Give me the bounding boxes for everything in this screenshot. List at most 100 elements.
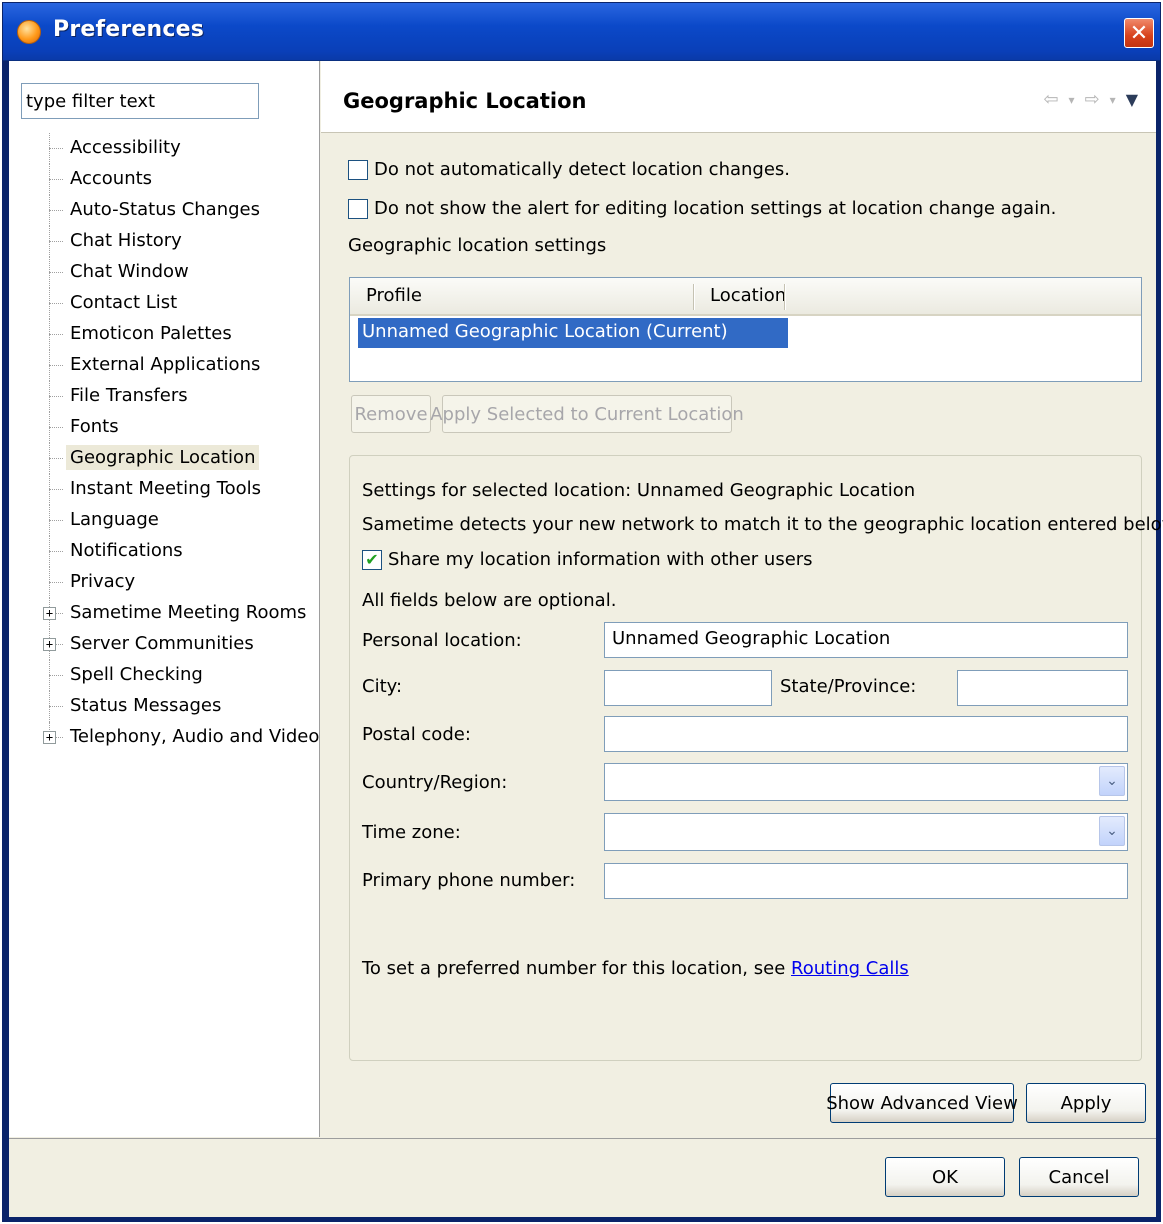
tree-item[interactable]: + Sametime Meeting Rooms — [9, 598, 320, 629]
table-row[interactable]: Unnamed Geographic Location (Current) — [358, 318, 788, 348]
sametime-app-icon — [17, 20, 41, 44]
tree-item-label: Fonts — [70, 416, 119, 437]
detect-location-option[interactable]: Do not automatically detect location cha… — [348, 159, 790, 180]
timezone-select[interactable]: ⌄ — [604, 813, 1128, 851]
tree-item-label: File Transfers — [70, 385, 188, 406]
tree-item-label: Accounts — [70, 168, 153, 189]
column-separator[interactable] — [693, 284, 695, 310]
tree-item[interactable]: Chat Window — [9, 257, 320, 288]
page-navigation: ⇦ ▾ ⇨ ▾ ▼ — [1043, 89, 1138, 110]
tree-connector — [49, 334, 63, 335]
tree-item-label: Status Messages — [70, 695, 222, 716]
show-alert-label: Do not show the alert for editing locati… — [374, 198, 1057, 219]
tree-item-label: Accessibility — [70, 137, 181, 158]
tree-item-label: Telephony, Audio and Video — [70, 726, 320, 747]
view-menu-icon[interactable]: ▼ — [1126, 90, 1138, 109]
chevron-down-icon[interactable]: ⌄ — [1099, 816, 1125, 846]
postal-code-input[interactable] — [604, 716, 1128, 752]
tree-item[interactable]: Accounts — [9, 164, 320, 195]
tree-connector — [49, 272, 63, 273]
tree-item[interactable]: + Server Communities — [9, 629, 320, 660]
show-alert-checkbox[interactable] — [348, 198, 368, 219]
tree-item[interactable]: Privacy — [9, 567, 320, 598]
back-arrow-icon[interactable]: ⇦ — [1043, 89, 1058, 110]
cancel-button[interactable]: Cancel — [1019, 1157, 1139, 1197]
expand-plus-icon[interactable]: + — [43, 638, 56, 651]
tree-item[interactable]: Auto-Status Changes — [9, 195, 320, 226]
detect-location-checkbox[interactable] — [348, 159, 368, 180]
tree-item[interactable]: File Transfers — [9, 381, 320, 412]
tree-connector — [49, 675, 63, 676]
expand-plus-icon[interactable]: + — [43, 607, 56, 620]
city-input[interactable] — [604, 670, 772, 706]
apply-button[interactable]: Apply — [1026, 1083, 1146, 1123]
tree-item-label: Geographic Location — [66, 445, 260, 470]
tree-item-label: Chat Window — [70, 261, 189, 282]
forward-dropdown-icon[interactable]: ▾ — [1110, 93, 1116, 107]
routing-prefix: To set a preferred number for this locat… — [362, 958, 792, 979]
column-profile[interactable]: Profile — [366, 285, 422, 306]
personal-location-label: Personal location: — [362, 630, 522, 651]
tree-item[interactable]: Spell Checking — [9, 660, 320, 691]
tree-item[interactable]: + Telephony, Audio and Video — [9, 722, 320, 753]
share-location-checkbox[interactable]: ✔ — [362, 549, 382, 570]
tree-item[interactable]: Emoticon Palettes — [9, 319, 320, 350]
postal-code-label: Postal code: — [362, 724, 471, 745]
tree-item-label: Auto-Status Changes — [70, 199, 260, 220]
show-alert-option[interactable]: Do not show the alert for editing locati… — [348, 198, 1056, 219]
tree-item-label: Server Communities — [70, 633, 254, 654]
apply-selected-button[interactable]: Apply Selected to Current Location — [430, 395, 744, 433]
tree-connector — [49, 520, 63, 521]
state-input[interactable] — [957, 670, 1128, 706]
phone-label: Primary phone number: — [362, 870, 576, 891]
column-location[interactable]: Location — [710, 285, 786, 306]
tree-item[interactable]: Contact List — [9, 288, 320, 319]
tree-item[interactable]: Status Messages — [9, 691, 320, 722]
tree-item[interactable]: Fonts — [9, 412, 320, 443]
filter-input[interactable] — [21, 83, 259, 119]
tree-item-label: Language — [70, 509, 159, 530]
tree-connector — [49, 458, 63, 459]
tree-item-label: Spell Checking — [70, 664, 203, 685]
ok-button[interactable]: OK — [885, 1157, 1005, 1197]
tree-item[interactable]: Geographic Location — [9, 443, 320, 474]
preference-page: Geographic Location ⇦ ▾ ⇨ ▾ ▼ Do not aut… — [321, 61, 1163, 1137]
tree-item[interactable]: Chat History — [9, 226, 320, 257]
title-bar[interactable]: Preferences ✕ — [3, 3, 1160, 61]
phone-input[interactable] — [604, 863, 1128, 899]
show-advanced-view-button[interactable]: Show Advanced View — [826, 1083, 1018, 1123]
locations-table: Profile Location Unnamed Geographic Loca… — [349, 277, 1142, 382]
tree-item[interactable]: Language — [9, 505, 320, 536]
chevron-down-icon[interactable]: ⌄ — [1099, 766, 1125, 796]
tree-item-label: Emoticon Palettes — [70, 323, 232, 344]
city-label: City: — [362, 676, 403, 697]
page-header: Geographic Location ⇦ ▾ ⇨ ▾ ▼ — [321, 61, 1156, 133]
routing-text: To set a preferred number for this locat… — [362, 958, 909, 979]
tree-connector — [49, 427, 63, 428]
column-separator[interactable] — [784, 284, 786, 310]
tree-connector — [49, 365, 63, 366]
share-location-option[interactable]: ✔ Share my location information with oth… — [362, 549, 813, 570]
share-location-label: Share my location information with other… — [388, 549, 813, 570]
tree-connector — [49, 706, 63, 707]
optional-text: All fields below are optional. — [362, 590, 617, 611]
preferences-window: Preferences ✕ Accessibility Accounts Auto-… — [2, 2, 1163, 1222]
personal-location-input[interactable]: Unnamed Geographic Location — [604, 622, 1128, 658]
tree-item[interactable]: Accessibility — [9, 133, 320, 164]
tree-item[interactable]: Notifications — [9, 536, 320, 567]
expand-plus-icon[interactable]: + — [43, 731, 56, 744]
country-select[interactable]: ⌄ — [604, 763, 1128, 801]
state-label: State/Province: — [780, 676, 917, 697]
tree-item[interactable]: External Applications — [9, 350, 320, 381]
preferences-nav-pane: Accessibility Accounts Auto-Status Changes… — [9, 61, 320, 1137]
tree-item-label: Sametime Meeting Rooms — [70, 602, 307, 623]
remove-button[interactable]: Remove — [351, 395, 431, 433]
tree-item[interactable]: Instant Meeting Tools — [9, 474, 320, 505]
tree-item-label: Privacy — [70, 571, 136, 592]
close-button[interactable]: ✕ — [1124, 18, 1154, 48]
back-dropdown-icon[interactable]: ▾ — [1069, 93, 1075, 107]
selected-location-text: Settings for selected location: Unnamed … — [362, 480, 916, 501]
forward-arrow-icon[interactable]: ⇨ — [1085, 89, 1100, 110]
row-profile-cell: Unnamed Geographic Location (Current) — [362, 321, 728, 342]
routing-calls-link[interactable]: Routing Calls — [791, 958, 909, 979]
